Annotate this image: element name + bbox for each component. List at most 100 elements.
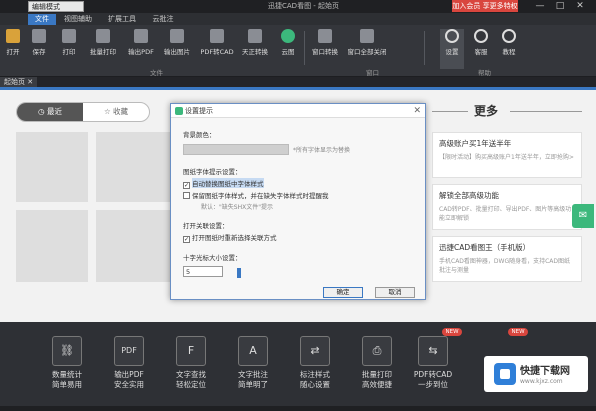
tangent-convert-button[interactable]: 天正转换 <box>238 29 272 69</box>
close-tab-icon[interactable]: ✕ <box>27 78 33 86</box>
option-open-association[interactable]: ✓ 打开图纸时重新选择关联方式 <box>183 232 277 243</box>
close-window-button[interactable]: ✕ <box>572 0 588 12</box>
close-all-windows-button[interactable]: 窗口全部关闭 <box>344 29 390 69</box>
menu-cloud[interactable]: 云批注 <box>148 14 178 25</box>
recent-file-thumbnail[interactable] <box>140 210 170 282</box>
font-section-label: 图纸字体提示设置： <box>183 168 242 176</box>
image-icon <box>170 29 184 43</box>
search-text-icon: F <box>176 336 206 366</box>
batch-print-button[interactable]: 批量打印 <box>86 29 120 69</box>
folder-icon <box>6 29 20 43</box>
cancel-button[interactable]: 取消 <box>375 287 415 298</box>
dimension-icon: ⇄ <box>300 336 330 366</box>
option-keep-font[interactable]: 保留图纸字体样式，并在缺失字体样式时提醒我 <box>183 190 329 200</box>
option-auto-replace[interactable]: ✓ 自动替换图纸中字体样式 <box>183 178 264 189</box>
keep-font-hint: 默认："缺失SHX文件"提示 <box>201 204 273 211</box>
ok-button[interactable]: 确定 <box>323 287 363 298</box>
divider <box>510 111 582 112</box>
save-button[interactable]: 保存 <box>28 29 50 69</box>
status-bar <box>0 406 596 411</box>
print-button[interactable]: 打印 <box>58 29 80 69</box>
clock-icon: ◷ <box>38 107 47 116</box>
toolbar-separator <box>304 31 305 65</box>
more-title: 更多 <box>474 104 499 118</box>
tab-favorites[interactable]: ☆ 收藏 <box>83 103 149 121</box>
feature-pdf-to-cad[interactable]: ⇆ PDF转CAD 一步到位 <box>406 336 460 400</box>
toolbar: 打开 保存 打印 批量打印 输出PDF 输出图片 PDF转CAD 天正转换 云图… <box>0 25 596 77</box>
tutorial-button[interactable]: 教程 <box>498 29 520 69</box>
export-image-button[interactable]: 输出图片 <box>160 29 194 69</box>
dialog-close-icon[interactable]: ✕ <box>413 104 421 118</box>
mode-select[interactable]: 编辑模式 <box>28 1 84 12</box>
batch-print-icon <box>96 29 110 43</box>
recent-file-thumbnail[interactable] <box>96 210 140 282</box>
headset-icon <box>474 29 488 43</box>
promo-card-vip[interactable]: 高级账户买1年送半年 【限时活动】购买高级账户1年送半年，立即抢购> <box>432 132 582 178</box>
menu-tools[interactable]: 扩展工具 <box>104 14 140 25</box>
cloud-icon <box>281 29 295 43</box>
menu-file[interactable]: 文件 <box>28 14 56 25</box>
new-badge: NEW <box>508 328 528 336</box>
chat-float-icon[interactable]: ✉ <box>572 204 594 228</box>
vip-promo-button[interactable]: 加入会员 享更多特权 <box>452 0 518 12</box>
app-icon <box>175 107 183 115</box>
pdf-to-cad-icon <box>210 29 224 43</box>
cloud-button[interactable]: 云图 <box>276 29 300 69</box>
recent-file-thumbnail[interactable] <box>16 210 88 282</box>
bg-color-label: 背景颜色： <box>183 131 216 139</box>
count-icon: ⛓ <box>52 336 82 366</box>
bg-color-hint: *所有字体显示为替换 <box>293 147 351 154</box>
feature-dimension-style[interactable]: ⇄ 标注样式 随心设置 <box>288 336 342 400</box>
site-watermark: 快捷下载网 www.kjxz.com <box>484 356 588 392</box>
help-icon <box>502 29 516 43</box>
pdf-to-cad-button[interactable]: PDF转CAD <box>198 29 236 69</box>
pdf-icon: PDF <box>114 336 144 366</box>
minimize-button[interactable]: — <box>532 0 548 12</box>
cursor-section-label: 十字光标大小设置： <box>183 254 242 262</box>
menu-view[interactable]: 视图辅助 <box>60 14 96 25</box>
open-button[interactable]: 打开 <box>2 29 24 69</box>
promo-card-unlock[interactable]: 解锁全部高级功能 CAD转PDF、批量打印、导出PDF、图片等高级功能立即解锁 <box>432 184 582 230</box>
cursor-size-slider-handle[interactable] <box>237 268 241 278</box>
tab-start-page[interactable]: 起始页 ✕ <box>0 77 38 87</box>
tab-bar: 起始页 ✕ <box>0 77 596 87</box>
title-bar: 编辑模式 迅捷CAD看图 - 起始页 加入会员 享更多特权 — □ ✕ <box>0 0 596 13</box>
recent-favorite-switch: ◷ 最近 ☆ 收藏 <box>16 102 150 122</box>
maximize-button[interactable]: □ <box>552 0 568 12</box>
window-switch-button[interactable]: 窗口转换 <box>308 29 342 69</box>
feature-count[interactable]: ⛓ 数量统计 简单易用 <box>40 336 94 400</box>
toolbar-separator <box>424 31 425 65</box>
promo-card-mobile[interactable]: 迅捷CAD看图王（手机版） 手机CAD看图神器，DWG随身看，支持CAD图纸批注… <box>432 236 582 282</box>
recent-file-thumbnail[interactable] <box>16 132 88 202</box>
export-pdf-button[interactable]: 输出PDF <box>124 29 158 69</box>
new-badge: NEW <box>442 328 462 336</box>
auto-replace-checkbox[interactable]: ✓ <box>183 182 190 189</box>
open-association-checkbox[interactable]: ✓ <box>183 236 190 243</box>
menu-bar: 文件 视图辅助 扩展工具 云批注 <box>0 13 596 25</box>
feature-text-search[interactable]: F 文字查找 轻松定位 <box>164 336 218 400</box>
group-label-file: 文件 <box>150 69 163 77</box>
feature-export-pdf[interactable]: PDF 输出PDF 安全实用 <box>102 336 156 400</box>
feature-text-annotation[interactable]: A 文字批注 简单明了 <box>226 336 280 400</box>
settings-button[interactable]: 设置 <box>440 29 464 69</box>
group-label-help: 帮助 <box>478 69 491 77</box>
gear-icon <box>445 29 459 43</box>
recent-file-thumbnail[interactable] <box>140 132 170 202</box>
bg-color-picker[interactable] <box>183 144 289 155</box>
keep-font-checkbox[interactable] <box>183 192 190 199</box>
save-icon <box>32 29 46 43</box>
group-label-window: 窗口 <box>366 69 379 77</box>
support-button[interactable]: 客服 <box>470 29 492 69</box>
open-section-label: 打开关联设置： <box>183 222 229 230</box>
dialog-title-bar: 设置提示 ✕ <box>171 104 425 118</box>
tab-recent[interactable]: ◷ 最近 <box>17 103 83 121</box>
divider <box>432 111 468 112</box>
dialog-title: 设置提示 <box>185 107 213 115</box>
recent-file-thumbnail[interactable] <box>96 132 140 202</box>
cursor-size-input[interactable]: 5 <box>183 266 223 277</box>
close-all-icon <box>360 29 374 43</box>
convert-icon: ⇆ <box>418 336 448 366</box>
settings-dialog: 设置提示 ✕ 背景颜色： *所有字体显示为替换 图纸字体提示设置： ✓ 自动替换图… <box>170 103 426 300</box>
watermark-logo-icon <box>494 363 516 385</box>
feature-batch-print[interactable]: ⎙ 批量打印 高效便捷 <box>350 336 404 400</box>
